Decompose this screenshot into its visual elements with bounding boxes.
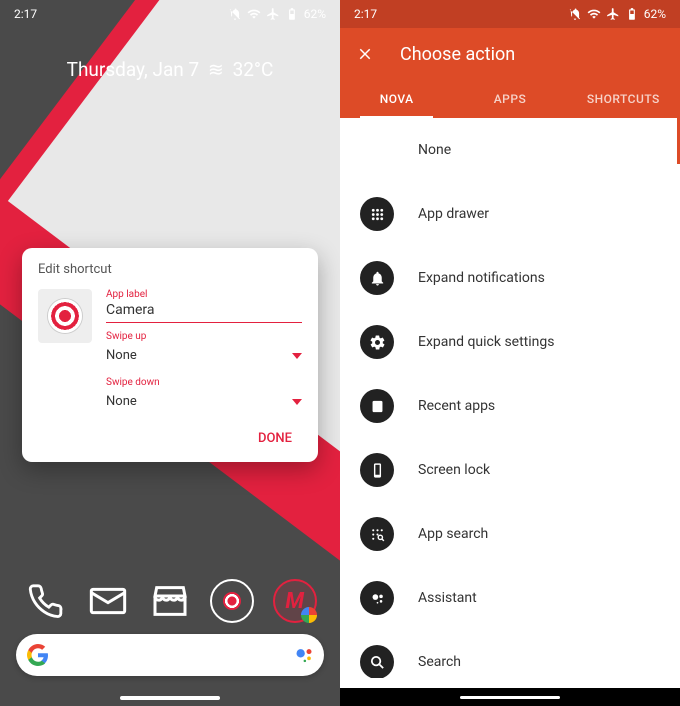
gear-icon bbox=[360, 325, 394, 359]
search-bar[interactable] bbox=[16, 634, 324, 676]
google-icon bbox=[26, 643, 50, 667]
chevron-down-icon bbox=[292, 399, 302, 405]
assistant-icon bbox=[294, 645, 314, 665]
airplane-icon bbox=[606, 7, 620, 21]
action-item-blank[interactable]: None bbox=[340, 118, 680, 182]
action-item-assistant[interactable]: Assistant bbox=[340, 566, 680, 630]
battery-pct: 62% bbox=[644, 7, 666, 21]
tabs: NOVA APPS SHORTCUTS bbox=[340, 80, 680, 118]
action-item-bell[interactable]: Expand notifications bbox=[340, 246, 680, 310]
apps-search-icon bbox=[360, 517, 394, 551]
camera-icon bbox=[210, 579, 254, 623]
status-time: 2:17 bbox=[354, 7, 377, 21]
assistant-icon bbox=[360, 581, 394, 615]
battery-icon bbox=[285, 7, 299, 21]
action-list[interactable]: None App drawer Expand notifications Expand… bbox=[340, 118, 680, 678]
app-icon-preview[interactable] bbox=[38, 289, 92, 343]
tab-shortcuts[interactable]: SHORTCUTS bbox=[567, 80, 680, 118]
status-bar: 2:17 62% bbox=[340, 0, 680, 28]
edit-shortcut-dialog: Edit shortcut App label Camera Swipe up … bbox=[22, 248, 318, 462]
app-label-caption: App label bbox=[106, 289, 302, 300]
dock-store[interactable] bbox=[147, 578, 193, 624]
chrome-badge-icon bbox=[301, 607, 317, 623]
wifi-icon bbox=[587, 7, 601, 21]
airplane-icon bbox=[266, 7, 280, 21]
nav-bar[interactable] bbox=[120, 696, 220, 700]
action-label: Expand quick settings bbox=[418, 334, 555, 350]
action-item-grid[interactable]: App drawer bbox=[340, 182, 680, 246]
action-label: Assistant bbox=[418, 590, 477, 606]
bell-icon bbox=[360, 261, 394, 295]
wifi-icon bbox=[247, 7, 261, 21]
action-item-gear[interactable]: Expand quick settings bbox=[340, 310, 680, 374]
status-bar: 2:17 62% bbox=[0, 0, 340, 28]
app-header: Choose action NOVA APPS SHORTCUTS bbox=[340, 28, 680, 118]
action-label: Search bbox=[418, 654, 461, 670]
swipe-down-caption: Swipe down bbox=[106, 377, 302, 388]
action-label: Expand notifications bbox=[418, 270, 545, 286]
home-screen: 2:17 62% Thursday, Jan 7 ≋ 32°C Edit sho… bbox=[0, 0, 340, 706]
dialog-title: Edit shortcut bbox=[38, 262, 302, 277]
mail-icon bbox=[88, 581, 128, 621]
status-bar-bg: 2:17 62% bbox=[340, 0, 680, 28]
phone-icon bbox=[26, 582, 64, 620]
grid-icon bbox=[360, 197, 394, 231]
dock-camera[interactable] bbox=[209, 578, 255, 624]
app-label-input[interactable]: Camera bbox=[106, 300, 302, 323]
swipe-up-select[interactable]: None bbox=[106, 342, 302, 369]
camera-icon bbox=[48, 299, 82, 333]
date-widget[interactable]: Thursday, Jan 7 ≋ 32°C bbox=[0, 58, 340, 81]
swipe-up-caption: Swipe up bbox=[106, 331, 302, 342]
chevron-down-icon bbox=[292, 353, 302, 359]
action-label: Recent apps bbox=[418, 398, 495, 414]
status-icons: 62% bbox=[228, 7, 326, 21]
dock: M bbox=[0, 578, 340, 624]
weather-icon: ≋ bbox=[208, 58, 224, 81]
tab-nova[interactable]: NOVA bbox=[340, 80, 453, 118]
action-item-phone[interactable]: Screen lock bbox=[340, 438, 680, 502]
done-button[interactable]: DONE bbox=[248, 425, 302, 452]
nav-bar[interactable] bbox=[340, 688, 680, 706]
dock-phone[interactable] bbox=[22, 578, 68, 624]
dock-app-m[interactable]: M bbox=[272, 578, 318, 624]
m-app-icon: M bbox=[273, 579, 317, 623]
status-icons: 62% bbox=[568, 7, 666, 21]
battery-pct: 62% bbox=[304, 7, 326, 21]
action-label: App drawer bbox=[418, 206, 489, 222]
blank-icon bbox=[360, 133, 394, 167]
action-item-apps-search[interactable]: App search bbox=[340, 502, 680, 566]
swipe-down-select[interactable]: None bbox=[106, 388, 302, 415]
action-item-recent[interactable]: Recent apps bbox=[340, 374, 680, 438]
search-icon bbox=[360, 645, 394, 678]
recent-icon bbox=[360, 389, 394, 423]
phone-icon bbox=[360, 453, 394, 487]
action-label: App search bbox=[418, 526, 488, 542]
dnd-icon bbox=[228, 7, 242, 21]
header-title: Choose action bbox=[400, 44, 515, 65]
battery-icon bbox=[625, 7, 639, 21]
dnd-icon bbox=[568, 7, 582, 21]
action-label: None bbox=[418, 142, 451, 158]
dock-mail[interactable] bbox=[85, 578, 131, 624]
status-time: 2:17 bbox=[14, 7, 37, 21]
tab-apps[interactable]: APPS bbox=[453, 80, 566, 118]
close-icon[interactable] bbox=[356, 45, 374, 63]
action-label: Screen lock bbox=[418, 462, 490, 478]
action-item-search[interactable]: Search bbox=[340, 630, 680, 678]
choose-action-screen: 2:17 62% Choose action NOVA APPS SHORTCU… bbox=[340, 0, 680, 706]
store-icon bbox=[150, 581, 190, 621]
